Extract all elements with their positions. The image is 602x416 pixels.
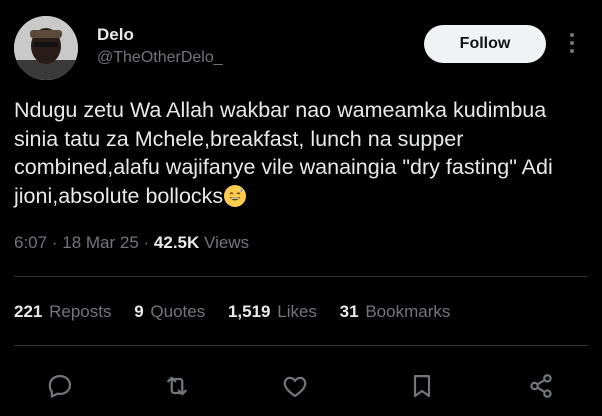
bookmark-icon[interactable] xyxy=(408,372,436,400)
more-icon[interactable] xyxy=(562,33,582,57)
quotes-stat[interactable]: 9 Quotes xyxy=(134,302,205,321)
tweet-text: Ndugu zetu Wa Allah wakbar nao wameamka … xyxy=(14,96,590,210)
reposts-count: 221 xyxy=(14,302,43,321)
author-handle[interactable]: @TheOtherDelo_ xyxy=(97,49,223,67)
meta-separator: · xyxy=(143,233,150,252)
grinning-sweat-face-emoji xyxy=(224,184,247,207)
meta-separator: · xyxy=(51,233,58,252)
divider xyxy=(14,276,588,277)
likes-label: Likes xyxy=(277,302,317,321)
divider xyxy=(14,345,588,346)
tweet-meta: 6:07 · 18 Mar 25 · 42.5K Views xyxy=(14,233,249,253)
avatar[interactable] xyxy=(14,16,78,80)
quotes-label: Quotes xyxy=(150,302,206,321)
bookmarks-label: Bookmarks xyxy=(365,302,451,321)
tweet-date[interactable]: 18 Mar 25 xyxy=(62,233,139,252)
views-count: 42.5K xyxy=(153,233,200,252)
likes-stat[interactable]: 1,519 Likes xyxy=(228,302,317,321)
bookmarks-count: 31 xyxy=(339,302,359,321)
follow-button[interactable]: Follow xyxy=(424,25,546,63)
heart-icon[interactable] xyxy=(281,372,309,400)
quotes-count: 9 xyxy=(134,302,144,321)
share-icon[interactable] xyxy=(527,372,555,400)
views-label: Views xyxy=(204,233,250,252)
reposts-stat[interactable]: 221 Reposts xyxy=(14,302,111,321)
repost-icon[interactable] xyxy=(163,372,191,400)
author-name[interactable]: Delo xyxy=(97,25,134,45)
tweet-time[interactable]: 6:07 xyxy=(14,233,47,252)
engagement-stats: 221 Reposts 9 Quotes 1,519 Likes 31 Book… xyxy=(14,302,468,322)
action-bar xyxy=(0,372,602,400)
bookmarks-stat[interactable]: 31 Bookmarks xyxy=(340,302,451,321)
reply-icon[interactable] xyxy=(46,372,74,400)
tweet-body: Ndugu zetu Wa Allah wakbar nao wameamka … xyxy=(14,98,553,208)
reposts-label: Reposts xyxy=(49,302,112,321)
likes-count: 1,519 xyxy=(227,302,271,321)
avatar-image xyxy=(14,16,78,80)
